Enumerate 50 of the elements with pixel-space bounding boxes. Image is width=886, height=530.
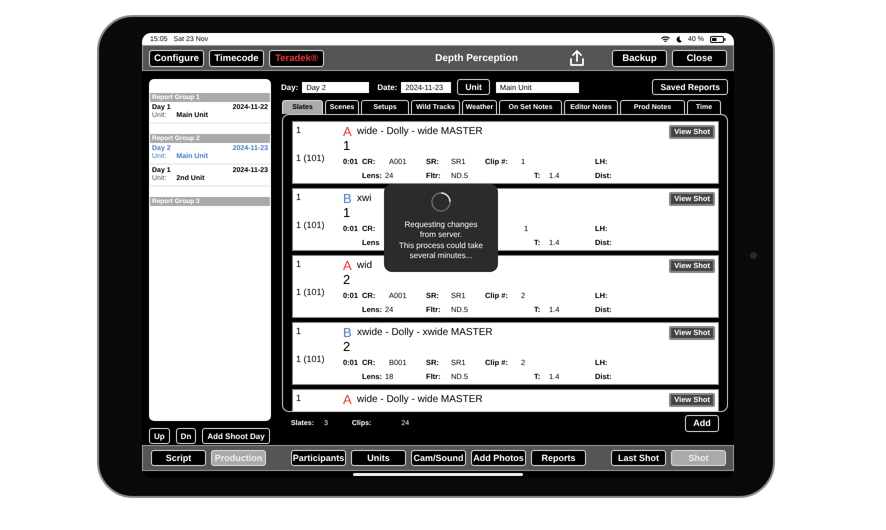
sidebar-button[interactable]: Up (149, 428, 170, 444)
app-title: Depth Perception (434, 52, 519, 64)
slate-number: 1 (101) (296, 153, 326, 163)
nav-button[interactable]: Reports (531, 450, 586, 466)
share-icon[interactable] (569, 50, 585, 66)
take-number: 1 (343, 138, 352, 154)
camera-letter: B (343, 325, 353, 340)
sidebar-button[interactable]: Add Shoot Day (202, 428, 270, 444)
sidebar-button[interactable]: Dn (176, 428, 196, 444)
shot-title: wide - Dolly - wide MASTER (357, 126, 484, 137)
wifi-icon (661, 36, 670, 42)
day-label: Day: (281, 82, 298, 92)
shot-title: xwide - Dolly - xwide MASTER (357, 327, 494, 338)
slate-number: 1 (101) (296, 287, 326, 297)
slate-number: 1 (101) (296, 220, 326, 230)
camera-dot-icon (750, 252, 757, 259)
nav-button[interactable]: Participants (291, 450, 346, 466)
camera-letter: A (343, 392, 353, 407)
shot-title: wid (357, 260, 374, 271)
scene-number: 1 (296, 393, 302, 403)
scene-number: 1 (296, 326, 302, 336)
shot-title: wide - Dolly - wide MASTER (357, 394, 484, 405)
take-number: 2 (343, 339, 352, 355)
scene-number: 1 (296, 192, 302, 202)
saved-reports-button[interactable]: Saved Reports (652, 79, 728, 95)
toolbar-button[interactable]: Backup (612, 50, 667, 66)
toolbar-button[interactable]: Timecode (209, 50, 264, 66)
scene-number: 1 (296, 125, 302, 135)
moon-icon (676, 36, 682, 42)
unit-button[interactable]: Unit (457, 79, 490, 95)
camera-letter: A (343, 124, 353, 139)
nav-button[interactable]: Script (151, 450, 206, 466)
nav-button[interactable]: Units (351, 450, 406, 466)
toolbar-button[interactable]: Close (672, 50, 727, 66)
battery-icon (710, 36, 726, 42)
nav-button[interactable]: Last Shot (611, 450, 666, 466)
nav-button[interactable]: Cam/Sound (411, 450, 466, 466)
slate-number: 1 (101) (296, 354, 326, 364)
toolbar-button[interactable]: Configure (149, 50, 204, 66)
date-label: Date: (377, 82, 398, 92)
scene-number: 1 (296, 259, 302, 269)
shot-title: xwi (357, 193, 372, 204)
toolbar-button[interactable]: Teradek® (269, 50, 324, 66)
camera-letter: A (343, 258, 353, 273)
take-number: 2 (343, 272, 352, 288)
nav-button[interactable]: Add Photos (471, 450, 526, 466)
take-number: 1 (343, 205, 352, 221)
add-button[interactable]: Add (685, 414, 719, 432)
camera-letter: B (343, 191, 353, 206)
spinner-icon (430, 191, 452, 213)
